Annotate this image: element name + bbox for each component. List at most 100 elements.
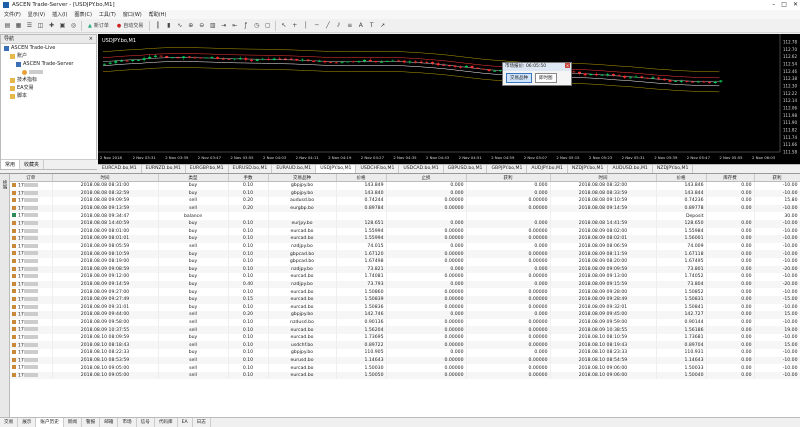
tree-item-scripts[interactable]: 脚本 [1,92,96,100]
periods-icon[interactable]: ◷ [252,21,261,30]
fibonacci-icon[interactable]: ≡ [345,21,354,30]
table-row[interactable]: 17 2018.08.08 08:31:00 buy 0.10 gbpjpy.bo 143… [10,181,800,190]
close-icon[interactable]: × [565,63,570,68]
tree-item-server[interactable]: ASCEN Trade-Live [1,44,96,52]
tree-item-user[interactable] [1,68,96,76]
minimize-icon[interactable]: – [772,1,775,8]
menu-item[interactable]: 文件(F) [4,11,21,18]
scroll-icon[interactable]: ⇥ [219,21,228,30]
table-row[interactable]: 17 2018.08.09 10:37:55 sell 0.10 eurcad.bo 1.… [10,326,800,334]
table-row[interactable]: 17 2018.08.08 09:13:59 sell 0.20 eurgbp.bo 0.… [10,204,800,213]
table-row[interactable]: 17 2018.08.09 09:31:01 buy 0.10 eurcad.bo 1.5… [10,303,800,312]
column-header[interactable]: 时间 [52,174,159,182]
table-row[interactable]: 17 2018.08.09 09:08:59 buy 0.10 nzdjpy.bo 73.… [10,265,800,274]
new-order-button[interactable]: ▲ 新订单 [85,21,112,30]
zoom-in-icon[interactable]: ⊕ [186,21,195,30]
chart-tab[interactable]: NZDJPY.bo,M1 [653,165,694,173]
auto-trade-button[interactable]: ● 自动交易 [114,21,146,30]
tree-item-account-server[interactable]: ASCEN Trade-Server [1,60,96,68]
column-header[interactable]: 库存费 [706,174,755,182]
menu-item[interactable]: 插入(I) [52,11,67,18]
chart-tab[interactable]: USDJPY.bo,M1 [316,165,357,173]
table-row[interactable]: 17 2018.08.09 08:05:59 sell 0.10 nzdjpy.bo 74… [10,242,800,251]
cursor-icon[interactable]: ↖ [279,21,288,30]
navigator-icon[interactable]: ✚ [47,21,56,30]
column-header[interactable]: 交易品种 [268,174,337,182]
maximize-icon[interactable]: □ [781,1,787,8]
templates-icon[interactable]: ▢ [263,21,272,30]
chart-tab[interactable]: EURGBP.bo,M1 [186,165,229,173]
terminal-icon[interactable]: ▣ [58,21,67,30]
chart-tab[interactable]: AUDUSD.bo,M1 [608,165,653,173]
table-row[interactable]: 17 2018.08.09 09:27:00 buy 0.10 eurcad.bo 1.5… [10,288,800,296]
tree-item-ea[interactable]: EA交易 [1,84,96,92]
chart-tab[interactable]: EURNZD.bo,M1 [142,165,186,173]
tile-icon[interactable]: ▥ [208,21,217,30]
column-header[interactable]: 价格 [656,174,707,182]
menu-item[interactable]: 窗口(W) [123,11,142,18]
table-row[interactable]: 17 2018.08.08 09:09:59 sell 0.20 audusd.bo 0.… [10,197,800,205]
vertical-line-icon[interactable]: │ [301,21,310,30]
column-header[interactable]: 手数 [228,174,269,182]
table-row[interactable]: 17 2018.08.10 08:09:59 buy 0.10 eurcad.bo 1.7… [10,333,800,342]
close-icon[interactable]: ✕ [793,1,798,8]
tree-item-indicators[interactable]: 技术指标 [1,76,96,84]
table-row[interactable]: 17 2018.08.08 14:40:59 buy 0.10 eurjpy.bo 128… [10,219,800,228]
table-row[interactable]: 17 2018.08.08 09:34:47 balance Deposit 30.00 [10,212,800,220]
chart-tab[interactable]: EURUSD.bo,M1 [229,165,273,173]
table-row[interactable]: 17 2018.08.08 08:32:59 buy 0.10 gbpjpy.bo 143… [10,189,800,198]
tab-common[interactable]: 常用 [1,160,21,169]
line-chart-icon[interactable]: ∿ [175,21,184,30]
crosshair-icon[interactable]: + [290,21,299,30]
symbols-button[interactable]: 交易品种 [506,73,532,83]
text-icon[interactable]: A [356,21,365,30]
candle-chart-icon[interactable]: ▮ [164,21,173,30]
chart-tab[interactable]: GBPUSD.bo,M1 [444,165,488,173]
chart-tab[interactable]: GBPJPY.bo,M1 [487,165,528,173]
table-row[interactable]: 17 2018.08.09 08:01:00 buy 0.10 eurcad.bo 1.5… [10,227,800,236]
chart-tab[interactable]: USDCAD.bo,M1 [399,165,444,173]
table-row[interactable]: 17 2018.08.10 08:53:59 sell 0.10 eurusd.bo 1.… [10,356,800,365]
new-chart-icon[interactable]: ▤ [3,21,12,30]
chart-tab[interactable]: USDCHF.bo,M1 [356,165,400,173]
label-icon[interactable]: T [367,21,376,30]
menu-item[interactable]: 图表(C) [75,11,92,18]
table-row[interactable]: 17 2018.08.09 09:27:49 buy 0.15 eurcad.bo 1.5… [10,295,800,304]
column-header[interactable]: 订单 [10,174,53,182]
table-row[interactable]: 17 2018.08.10 08:18:43 sell 0.10 usdchf.bo 0.… [10,341,800,350]
column-header[interactable]: 获利 [754,174,800,182]
column-header[interactable]: 类型 [158,174,229,182]
zoom-out-icon[interactable]: ⊖ [197,21,206,30]
market-watch-icon[interactable]: ☰ [25,21,34,30]
menu-item[interactable]: 帮助(H) [149,11,167,18]
menu-item[interactable]: 显示(V) [28,11,45,18]
data-window-icon[interactable]: ◫ [36,21,45,30]
table-row[interactable]: 17 2018.08.09 09:58:00 sell 0.10 nzdusd.bo 0.… [10,318,800,327]
column-header[interactable]: 获利 [466,174,551,182]
column-header[interactable]: 止损 [386,174,467,182]
horizontal-line-icon[interactable]: ─ [312,21,321,30]
column-header[interactable]: 时间 [550,174,657,182]
trendline-icon[interactable]: ╱ [323,21,332,30]
tree-item-accounts[interactable]: 账户 [1,52,96,60]
table-row[interactable]: 17 2018.08.10 09:05:00 sell 0.10 eurcad.bo 1.… [10,364,800,372]
tab-favorites[interactable]: 收藏夹 [20,160,45,169]
table-row[interactable]: 17 2018.08.09 08:19:00 buy 0.10 gbpcad.bo 1.6… [10,257,800,266]
close-icon[interactable]: × [89,35,93,43]
shift-icon[interactable]: ⇤ [230,21,239,30]
channel-icon[interactable]: ⫽ [334,21,343,30]
price-chart[interactable]: USDJPY.bo,M1 112.78 112.70 112.62 112.54 112… [98,34,800,164]
chart-tab[interactable]: NZDJPY.bo,M1 [568,165,609,173]
table-row[interactable]: 17 2018.08.09 08:10:59 buy 0.10 gbpcad.bo 1.6… [10,250,800,258]
table-row[interactable]: 17 2018.08.09 09:12:00 buy 0.10 eurcad.bo 1.7… [10,273,800,281]
chart-tab[interactable]: EURCAD.bo,M1 [98,165,142,173]
indicators-icon[interactable]: ƒ [241,21,250,30]
table-row[interactable]: 17 2018.08.10 09:05:00 sell 0.10 eurcad.bo 1.… [10,371,800,380]
tick-chart-button[interactable]: 即时图 [535,73,557,83]
table-row[interactable]: 17 2018.08.09 08:01:01 buy 0.10 eurcad.bo 1.5… [10,235,800,243]
tester-icon[interactable]: ◎ [69,21,78,30]
table-row[interactable]: 17 2018.08.09 09:44:00 sell 0.20 gbpjpy.bo 14… [10,311,800,319]
chart-tab[interactable]: EURAUD.bo,M1 [272,165,317,173]
menu-item[interactable]: 工具(T) [99,11,116,18]
chart-tab[interactable]: AUDJPY.bo,M1 [527,165,568,173]
